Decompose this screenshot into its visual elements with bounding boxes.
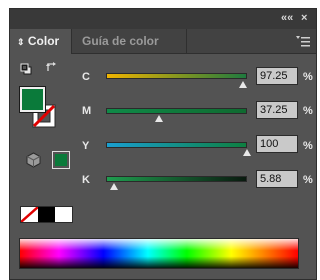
- tab-color-guide-label: Guía de color: [82, 34, 159, 48]
- magenta-label: M: [82, 105, 92, 117]
- cyan-slider-track[interactable]: [106, 73, 247, 79]
- panel-menu-icon[interactable]: [296, 35, 310, 47]
- panel-title-bar: «« ×: [10, 9, 316, 29]
- tab-color-guide[interactable]: Guía de color: [75, 29, 187, 54]
- updown-arrows-icon: ⇕: [17, 37, 25, 47]
- yellow-label: Y: [82, 140, 90, 152]
- swap-fill-stroke-icon[interactable]: [45, 61, 58, 73]
- color-panel: «« × ⇕ Color Guía de color C 97.25 % M 3…: [9, 8, 317, 280]
- yellow-slider-track[interactable]: [106, 142, 247, 148]
- yellow-percent-unit: %: [303, 140, 313, 152]
- cyan-slider-thumb[interactable]: [239, 81, 248, 88]
- black-percent-unit: %: [303, 174, 313, 186]
- yellow-value-field[interactable]: 100: [256, 135, 298, 153]
- magenta-slider-thumb[interactable]: [154, 115, 163, 122]
- color-spectrum-ramp[interactable]: [19, 238, 299, 269]
- out-of-web-color-warning-icon[interactable]: [26, 152, 41, 168]
- cyan-percent-unit: %: [303, 71, 313, 83]
- magenta-percent-unit: %: [303, 105, 313, 117]
- quick-swatches: [20, 206, 73, 223]
- cyan-value-field[interactable]: 97.25: [256, 67, 298, 85]
- none-swatch[interactable]: [21, 207, 38, 222]
- yellow-slider-thumb[interactable]: [243, 149, 251, 156]
- black-value-field[interactable]: 5.88: [256, 170, 298, 188]
- default-fill-stroke-icon[interactable]: [20, 63, 32, 75]
- white-swatch[interactable]: [55, 207, 72, 222]
- collapse-panel-button[interactable]: ««: [281, 12, 293, 24]
- black-label: K: [82, 174, 90, 186]
- tab-color[interactable]: ⇕ Color: [10, 29, 72, 54]
- close-panel-button[interactable]: ×: [301, 12, 307, 24]
- fill-swatch[interactable]: [20, 87, 45, 112]
- black-swatch[interactable]: [38, 207, 55, 222]
- black-slider-track[interactable]: [106, 176, 247, 182]
- tab-bar: ⇕ Color Guía de color: [10, 29, 316, 54]
- magenta-slider-track[interactable]: [106, 108, 247, 114]
- magenta-value-field[interactable]: 37.25: [256, 101, 298, 119]
- cyan-label: C: [82, 71, 90, 83]
- tab-color-label: Color: [27, 34, 60, 48]
- black-slider-thumb[interactable]: [110, 183, 119, 190]
- web-safe-color-swatch[interactable]: [52, 151, 70, 169]
